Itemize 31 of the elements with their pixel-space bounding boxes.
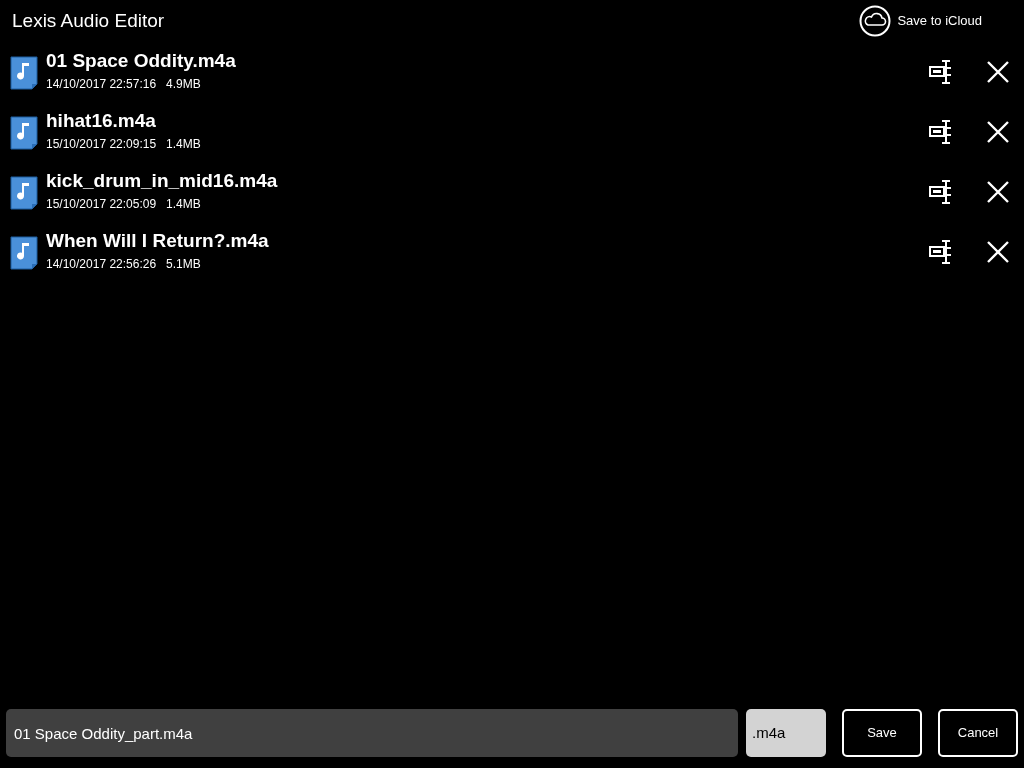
audio-file-icon: [10, 234, 38, 270]
delete-button[interactable]: [986, 240, 1010, 264]
file-size: 1.4MB: [166, 197, 201, 212]
delete-button[interactable]: [986, 180, 1010, 204]
save-button[interactable]: Save: [842, 709, 922, 757]
file-name[interactable]: kick_drum_in_mid16.m4a: [46, 170, 920, 192]
file-date: 15/10/2017 22:09:15: [46, 137, 157, 152]
cloud-icon: [859, 5, 892, 37]
trim-button[interactable]: [928, 239, 954, 265]
filename-input[interactable]: 01 Space Oddity_part.m4a: [6, 709, 738, 757]
file-size: 1.4MB: [166, 137, 201, 152]
delete-button[interactable]: [986, 60, 1010, 84]
file-date: 15/10/2017 22:05:09: [46, 197, 157, 212]
extension-label: .m4a: [746, 709, 826, 757]
cancel-button[interactable]: Cancel: [938, 709, 1018, 757]
save-to-icloud-button[interactable]: Save to iCloud: [859, 5, 982, 37]
trim-button[interactable]: [928, 119, 954, 145]
trim-button[interactable]: [928, 59, 954, 85]
file-name[interactable]: When Will I Return?.m4a: [46, 230, 920, 252]
file-size: 4.9MB: [166, 77, 201, 92]
app-title: Lexis Audio Editor: [12, 8, 165, 33]
audio-file-icon: [10, 114, 38, 150]
audio-file-icon: [10, 174, 38, 210]
trim-button[interactable]: [928, 179, 954, 205]
file-date: 14/10/2017 22:57:16: [46, 77, 157, 92]
file-size: 5.1MB: [166, 257, 201, 272]
file-name[interactable]: 01 Space Oddity.m4a: [46, 50, 920, 72]
delete-button[interactable]: [986, 120, 1010, 144]
file-name[interactable]: hihat16.m4a: [46, 110, 920, 132]
file-date: 14/10/2017 22:56:26: [46, 257, 157, 272]
audio-file-icon: [10, 54, 38, 90]
